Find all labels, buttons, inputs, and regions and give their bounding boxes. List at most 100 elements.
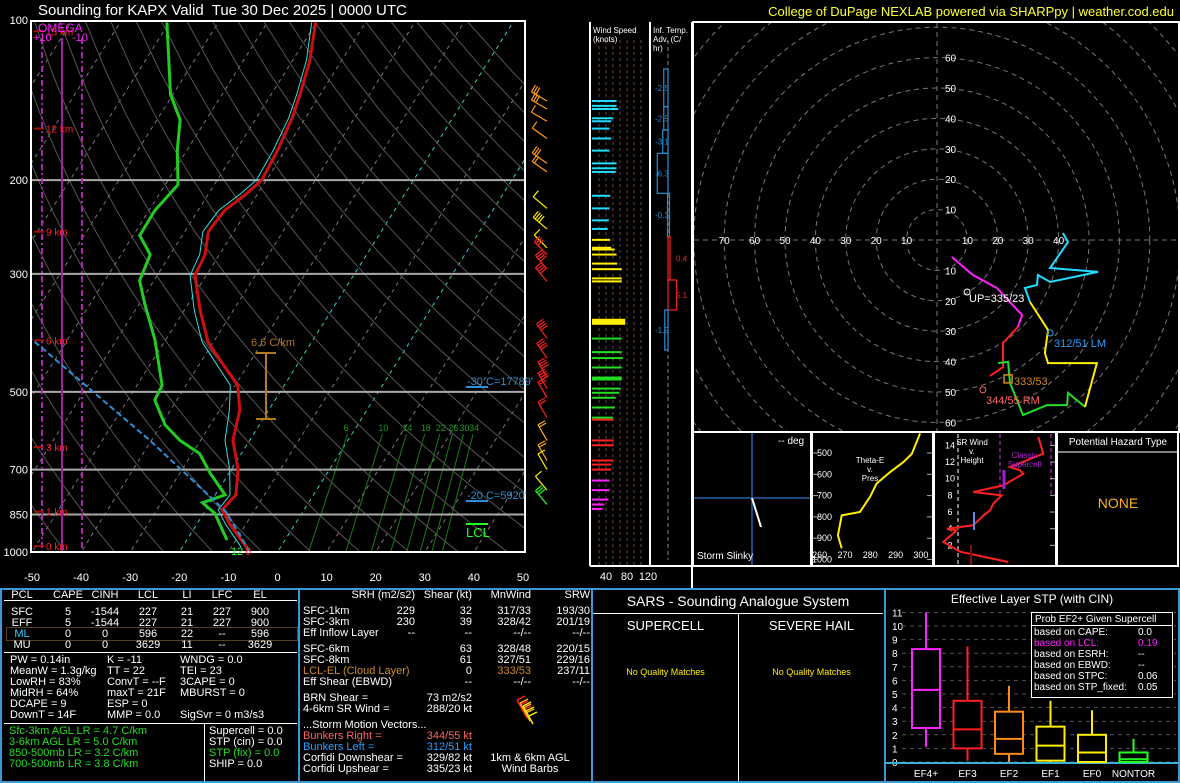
- wind-speed-bar: [592, 396, 616, 399]
- wind-speed-bar: [592, 277, 622, 280]
- isotherm-line: [31, 21, 319, 477]
- parcel-cell: MU: [13, 639, 31, 651]
- wind-barb: [530, 84, 548, 102]
- wind-speed-bar: [592, 463, 612, 466]
- srwind-height-label: 10: [945, 474, 955, 484]
- temp-axis-label: -50: [24, 572, 40, 584]
- wind-speed-bar: [592, 104, 617, 107]
- sars-title: SARS - Sounding Analogue System: [626, 593, 850, 609]
- dry-adiabat-line: [110, 21, 525, 530]
- lapse-rate-label: 6.6 C/km: [251, 337, 296, 349]
- mixing-ratio-label: 34: [469, 423, 479, 433]
- hodo-ring-label: 60: [749, 236, 761, 247]
- hodo-ring-label: 60: [945, 54, 957, 65]
- temp-adv-value: -3.1: [655, 138, 669, 147]
- hodo-ring-label: 20: [992, 236, 1004, 247]
- prob-label: based on LCL:: [1034, 638, 1100, 649]
- wind-speed-bar: [592, 162, 617, 165]
- wind-speed-bar: [592, 479, 610, 482]
- pressure-label: 100: [10, 15, 28, 27]
- isotherm-line: [31, 21, 171, 243]
- prob-ef2-box: Prob EF2+ Given Supercell based on CAPE: 0…: [1031, 612, 1173, 698]
- pressure-label: 200: [10, 175, 28, 187]
- page-title: Sounding for KAPX Valid Tue 30 Dec 2025 …: [38, 2, 407, 19]
- dry-adiabat-line: [237, 21, 525, 358]
- hodo-ring: [603, 0, 1180, 574]
- height-label: 6 km: [46, 336, 68, 347]
- wind-speed-bar: [592, 459, 613, 462]
- isotherm-line: [424, 392, 525, 552]
- prob-value: 0.05: [1138, 682, 1158, 693]
- stp-title: Effective Layer STP (with CIN): [950, 592, 1114, 606]
- hodo-ring-label: 20: [945, 175, 957, 186]
- wind-speed-bar: [592, 117, 613, 120]
- parcel-header: EL: [253, 589, 267, 601]
- parcel-cell: 3629: [247, 639, 273, 651]
- isotherm-line: [276, 158, 525, 552]
- wind-speed-bar: [592, 248, 615, 251]
- sfc-temp-label: 6: [245, 546, 252, 558]
- barb-staff: [532, 216, 548, 230]
- hodo-ring-label: 50: [779, 236, 791, 247]
- hodo-ring-label: 30: [840, 236, 852, 247]
- srwind-title: SR Wind v. Height: [956, 438, 988, 465]
- hodo-ring-label: 30: [1023, 236, 1035, 247]
- barb-caption: 1km & 6km AGL Wind Barbs: [490, 752, 570, 775]
- thetae-t-label: 270: [837, 550, 852, 560]
- wind-speed-bar: [592, 439, 614, 442]
- isotherm-30-label: -30 C=17789': [467, 376, 534, 388]
- right-mover-marker: [979, 386, 987, 394]
- prob-label: based on STP_fixed:: [1034, 682, 1127, 693]
- wind-speed-bar: [592, 253, 617, 256]
- divider: [738, 613, 739, 781]
- wind-speed-bar: [592, 227, 608, 230]
- kinematic-row-label: Eff Shear (EBWD): [303, 676, 393, 688]
- hodo-ring-label: 70: [719, 236, 731, 247]
- isotherm-20-label: -20 C=5920': [467, 490, 527, 502]
- wind-speed-bar: [592, 366, 622, 369]
- barb-flag: [532, 190, 539, 198]
- prob-value: --: [1138, 660, 1145, 671]
- barb-staff: [531, 161, 548, 173]
- wind-barb: [531, 146, 548, 164]
- index-value: MMP = 0.0: [107, 709, 161, 721]
- height-label: 12 km: [46, 125, 73, 136]
- divider: [4, 723, 297, 724]
- prob-value: 0.19: [1138, 638, 1158, 649]
- wind-speed-bar: [592, 170, 616, 173]
- hodo-rm-label: 344/55 RM: [986, 395, 1040, 407]
- wind-speed-bar: [592, 238, 611, 241]
- wind-barb: [537, 397, 548, 418]
- temp-adv-value: -1.9: [655, 326, 669, 335]
- wind-speed-bar: [592, 444, 614, 447]
- hodo-ring-label: 20: [945, 297, 957, 308]
- temp-axis-label: 40: [468, 572, 480, 584]
- wind-speed-bar: [592, 387, 621, 390]
- wind-speed-bar: [592, 207, 610, 210]
- wind-speed-bar: [592, 318, 626, 325]
- slinky-label: Storm Slinky: [697, 551, 754, 562]
- speed-axis-label: 80: [621, 571, 633, 583]
- slinky-deg: -- deg: [778, 436, 805, 447]
- thetae-t-label: 300: [913, 550, 928, 560]
- composite-index: SHIP = 0.0: [209, 758, 263, 770]
- sars-hail-header: SEVERE HAIL: [768, 618, 855, 633]
- speed-axis-label: 40: [600, 571, 612, 583]
- speed-axis-label: 120: [639, 571, 657, 583]
- temp-adv-value: -0.3: [655, 211, 669, 220]
- sars-supercell-result: No Quality Matches: [626, 667, 705, 677]
- index-value: DownT = 14F: [10, 709, 77, 721]
- wind-barb: [537, 420, 548, 441]
- mixing-ratio-label: 22: [436, 423, 446, 433]
- height-label: 3 km: [46, 443, 68, 454]
- wind-speed-bar: [592, 378, 622, 381]
- hodo-lm-label: 312/51 LM: [1054, 338, 1106, 350]
- mixing-ratio-line: [390, 433, 426, 552]
- wind-speed-bar: [592, 376, 622, 379]
- prob-value: 0.0: [1138, 627, 1152, 638]
- mean-wind-marker: [1003, 374, 1013, 384]
- pressure-label: 1000: [4, 547, 28, 559]
- barb-staff: [537, 381, 548, 399]
- pressure-label: 300: [10, 269, 28, 281]
- index-value: SigSvr = 0 m3/s3: [180, 709, 265, 721]
